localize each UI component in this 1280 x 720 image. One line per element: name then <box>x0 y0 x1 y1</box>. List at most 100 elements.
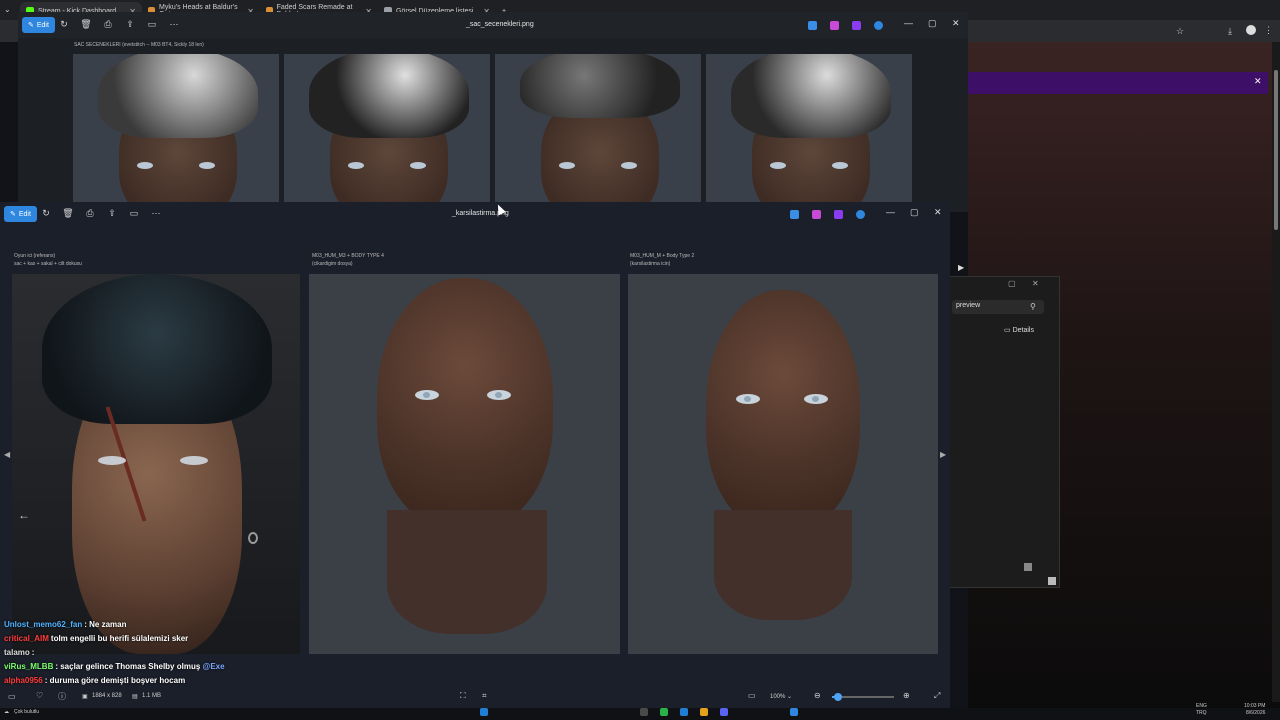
onedrive-icon[interactable] <box>874 21 883 30</box>
taskbar-app-icon[interactable] <box>640 708 648 716</box>
neck <box>714 510 852 620</box>
crop-icon[interactable]: ⛶ <box>460 691 466 701</box>
start-icon[interactable] <box>480 708 488 716</box>
hair-option-3 <box>495 54 701 202</box>
previous-image-button[interactable]: ◀ <box>4 450 10 459</box>
weather-icon[interactable]: ☁ <box>4 709 9 715</box>
file-explorer-window <box>948 276 1060 588</box>
taskbar-app-icon[interactable] <box>720 708 728 716</box>
print-icon[interactable]: ⎙ <box>84 208 96 219</box>
caption-middle: M03_HUM_M3 + BODY TYPE 4 (cikardigim dosy… <box>312 253 384 267</box>
clipchamp-icon[interactable] <box>834 210 843 219</box>
close-icon[interactable]: ✕ <box>1032 279 1039 288</box>
hair <box>731 54 891 138</box>
slideshow-icon[interactable]: ▭ <box>128 208 140 219</box>
edit-icon: ✎ <box>10 211 16 218</box>
close-icon[interactable]: ✕ <box>952 18 960 29</box>
copilot-icon[interactable] <box>830 21 839 30</box>
star-icon[interactable]: ☆ <box>1176 26 1184 37</box>
print-icon[interactable]: ⎙ <box>102 19 114 30</box>
fullscreen-icon[interactable]: ⤢ <box>934 691 940 701</box>
slideshow-icon[interactable]: ▭ <box>146 19 158 30</box>
maximize-icon[interactable]: ▢ <box>910 207 919 218</box>
share-icon[interactable]: ⇪ <box>106 208 118 219</box>
clock[interactable]: 10:03 PM 8/6/2026 <box>1244 703 1265 717</box>
info-icon[interactable]: ⓘ <box>58 691 66 702</box>
hair <box>309 54 469 138</box>
language-indicator[interactable]: ENG TRQ <box>1196 703 1207 717</box>
eye <box>559 162 575 169</box>
edit-button[interactable]: ✎ Edit <box>22 17 55 33</box>
hair <box>520 54 680 118</box>
maximize-icon[interactable]: ▢ <box>928 18 937 29</box>
zoom-out-icon[interactable]: ⊖ <box>814 691 821 700</box>
hair <box>42 274 272 424</box>
delete-icon[interactable]: 🗑 <box>80 19 92 30</box>
hair-option-2 <box>284 54 490 202</box>
eye <box>770 162 786 169</box>
more-icon[interactable]: ⋯ <box>150 208 162 219</box>
taskbar-app-icon[interactable] <box>660 708 668 716</box>
weather-label[interactable]: Çok bulutlu <box>14 709 39 715</box>
caption-right: M03_HUM_M + Body Type 2 (karsilastirma ic… <box>630 253 695 267</box>
body-type-2-head <box>628 274 938 654</box>
taskbar-app-icon[interactable] <box>700 708 708 716</box>
back-arrow-icon[interactable]: ← <box>18 508 30 522</box>
chat-message: talamo: <box>4 648 35 657</box>
play-icon[interactable]: ▶ <box>958 263 964 272</box>
scrollbar-thumb[interactable] <box>1274 70 1278 230</box>
designer-icon[interactable] <box>808 21 817 30</box>
banner <box>968 72 1268 94</box>
eye <box>415 390 439 400</box>
download-icon[interactable]: ⤓ <box>1228 26 1232 37</box>
more-icon[interactable]: ⋮ <box>1264 25 1273 36</box>
zoom-in-icon[interactable]: ⊕ <box>903 691 910 700</box>
eye <box>804 394 828 404</box>
chat-message: alpha0956: duruma göre demişti boşver ho… <box>4 676 186 685</box>
designer-icon[interactable] <box>790 210 799 219</box>
image-size-icon: ▣ <box>82 694 88 700</box>
actual-size-icon[interactable]: ⌗ <box>482 691 487 701</box>
window-title: _sac_secenekleri.png <box>466 21 534 28</box>
rotate-icon[interactable]: ↻ <box>40 208 52 219</box>
eye <box>98 456 126 465</box>
minimize-icon[interactable]: — <box>886 207 895 217</box>
close-icon[interactable]: ✕ <box>934 207 942 218</box>
filmstrip-icon[interactable]: ▭ <box>8 692 16 701</box>
more-icon[interactable]: ⋯ <box>168 19 180 30</box>
copilot-icon[interactable] <box>812 210 821 219</box>
chat-message: Unlost_memo62_fan: Ne zaman <box>4 620 127 629</box>
head <box>377 278 553 528</box>
view-toggle-icon[interactable] <box>1048 577 1056 585</box>
eye <box>199 162 215 169</box>
hair-option-1 <box>73 54 279 202</box>
close-icon[interactable]: ✕ <box>1254 76 1262 87</box>
details-button[interactable]: ▭ Details <box>1004 326 1034 334</box>
onedrive-icon[interactable] <box>856 210 865 219</box>
fit-window-icon[interactable]: ▭ <box>748 691 756 700</box>
next-image-button[interactable]: ▶ <box>940 450 946 459</box>
taskbar-app-icon[interactable] <box>790 708 798 716</box>
delete-icon[interactable]: 🗑 <box>62 208 74 219</box>
maximize-icon[interactable]: ▢ <box>1008 279 1016 288</box>
view-toggle-icon[interactable] <box>1024 563 1032 571</box>
caption-left: Oyun ici (referans) sac + kas + sakal + c… <box>14 253 82 267</box>
tab-list-icon[interactable]: ⌄ <box>4 5 11 14</box>
edit-button[interactable]: ✎ Edit <box>4 206 37 222</box>
avatar[interactable] <box>1246 25 1256 35</box>
earring <box>248 532 258 544</box>
minimize-icon[interactable]: — <box>904 18 913 28</box>
details-icon: ▭ <box>1004 327 1013 334</box>
rotate-icon[interactable]: ↻ <box>58 19 70 30</box>
eye <box>621 162 637 169</box>
neck <box>387 510 547 634</box>
search-icon: ⚲ <box>1030 302 1036 311</box>
zoom-select[interactable]: 100% ⌄ <box>770 693 792 700</box>
clipchamp-icon[interactable] <box>852 21 861 30</box>
share-icon[interactable]: ⇪ <box>124 19 136 30</box>
edit-icon: ✎ <box>28 22 34 29</box>
favorite-icon[interactable]: ♡ <box>36 691 43 700</box>
taskbar-app-icon[interactable] <box>680 708 688 716</box>
head <box>706 290 860 530</box>
hair-option-4 <box>706 54 912 202</box>
